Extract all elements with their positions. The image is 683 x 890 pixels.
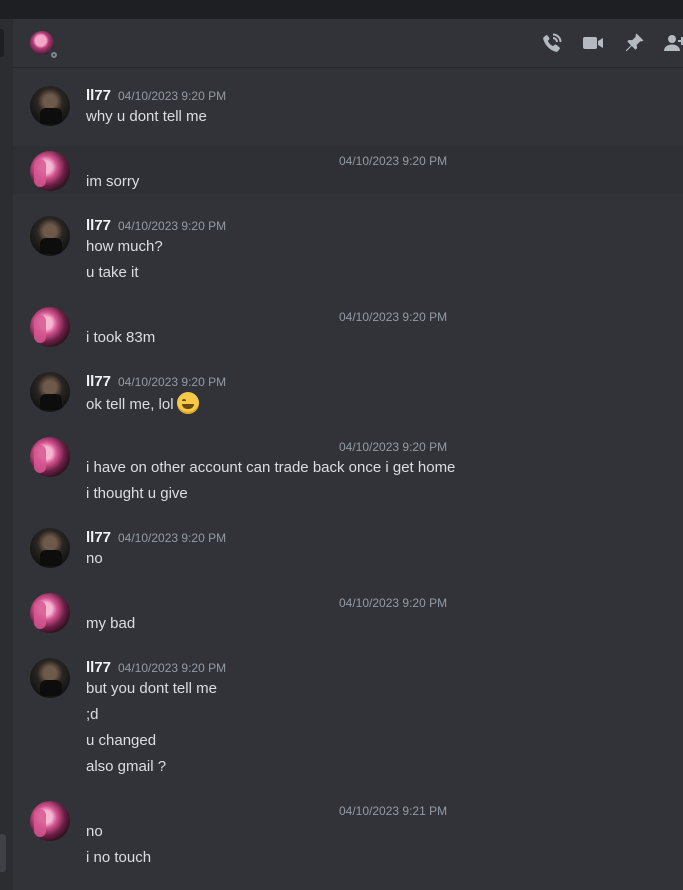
server-sidebar-edge bbox=[0, 19, 13, 890]
message-author[interactable]: ll77 bbox=[86, 659, 111, 676]
user-avatar[interactable] bbox=[30, 307, 70, 347]
message-text: also gmail ? bbox=[86, 758, 167, 775]
message-author[interactable]: ll77 bbox=[86, 217, 111, 234]
sidebar-handle[interactable] bbox=[0, 29, 4, 57]
message-text: ;d bbox=[86, 706, 99, 723]
video-camera-icon[interactable] bbox=[581, 31, 605, 55]
message-timestamp: 04/10/2023 9:20 PM bbox=[118, 531, 227, 545]
message-author[interactable]: ll77 bbox=[86, 87, 111, 104]
message-text: no bbox=[86, 550, 103, 567]
message-text: ok tell me, lol bbox=[86, 392, 199, 416]
message-timestamp: 04/10/2023 9:20 PM bbox=[118, 661, 227, 675]
user-avatar[interactable] bbox=[30, 437, 70, 477]
message-text: u changed bbox=[86, 732, 157, 749]
message-timestamp: 04/10/2023 9:20 PM bbox=[118, 375, 227, 389]
user-avatar[interactable] bbox=[30, 528, 70, 568]
message-text: i thought u give bbox=[86, 485, 188, 502]
message-text: my bad bbox=[86, 615, 136, 632]
add-friend-icon[interactable] bbox=[663, 31, 683, 55]
title-bar bbox=[0, 0, 683, 19]
offline-status-icon bbox=[48, 49, 58, 59]
channel-header bbox=[13, 19, 683, 68]
message-group: 04/10/2023 9:21 PM no i no touch bbox=[13, 783, 683, 883]
message-timestamp: 04/10/2023 9:20 PM bbox=[339, 154, 448, 168]
message-group: 04/10/2023 9:20 PM im sorry bbox=[13, 146, 683, 194]
message-text: how much? bbox=[86, 238, 163, 255]
message-text: but you dont tell me bbox=[86, 680, 217, 697]
message-group: ll77 04/10/2023 9:20 PM why u dont tell … bbox=[13, 68, 683, 134]
message-group: ll77 04/10/2023 9:20 PM but you dont tel… bbox=[13, 640, 683, 780]
message-text: i have on other account can trade back o… bbox=[86, 459, 456, 476]
user-avatar[interactable] bbox=[30, 216, 70, 256]
message-text: i no touch bbox=[86, 849, 152, 866]
message-group: ll77 04/10/2023 9:20 PM ok tell me, lol bbox=[13, 354, 683, 420]
user-avatar[interactable] bbox=[30, 151, 70, 191]
message-timestamp: 04/10/2023 9:20 PM bbox=[118, 219, 227, 233]
sidebar-scroll-handle[interactable] bbox=[0, 834, 6, 872]
phone-call-icon[interactable] bbox=[540, 31, 564, 55]
message-text: u take it bbox=[86, 264, 139, 281]
message-timestamp: 04/10/2023 9:20 PM bbox=[339, 440, 448, 454]
dm-user-avatar[interactable] bbox=[30, 31, 58, 59]
user-avatar[interactable] bbox=[30, 593, 70, 633]
pin-icon[interactable] bbox=[622, 31, 646, 55]
user-avatar[interactable] bbox=[30, 801, 70, 841]
message-timestamp: 04/10/2023 9:20 PM bbox=[339, 310, 448, 324]
message-timestamp: 04/10/2023 9:21 PM bbox=[339, 804, 448, 818]
message-text: no bbox=[86, 823, 103, 840]
message-timestamp: 04/10/2023 9:20 PM bbox=[339, 596, 448, 610]
grinning-face-icon bbox=[176, 392, 199, 414]
message-author[interactable]: ll77 bbox=[86, 373, 111, 390]
message-group: 04/10/2023 9:20 PM i have on other accou… bbox=[13, 419, 683, 509]
message-author[interactable]: ll77 bbox=[86, 529, 111, 546]
user-avatar[interactable] bbox=[30, 372, 70, 412]
message-group: 04/10/2023 9:20 PM my bad bbox=[13, 575, 683, 635]
message-text: im sorry bbox=[86, 173, 140, 190]
user-avatar[interactable] bbox=[30, 86, 70, 126]
message-timestamp: 04/10/2023 9:20 PM bbox=[118, 89, 227, 103]
message-group: ll77 04/10/2023 9:20 PM how much? u take… bbox=[13, 198, 683, 288]
message-group: 04/10/2023 9:20 PM i took 83m bbox=[13, 289, 683, 349]
message-text: i took 83m bbox=[86, 329, 156, 346]
message-text: why u dont tell me bbox=[86, 108, 207, 125]
message-group: ll77 04/10/2023 9:20 PM no bbox=[13, 510, 683, 570]
user-avatar[interactable] bbox=[30, 658, 70, 698]
